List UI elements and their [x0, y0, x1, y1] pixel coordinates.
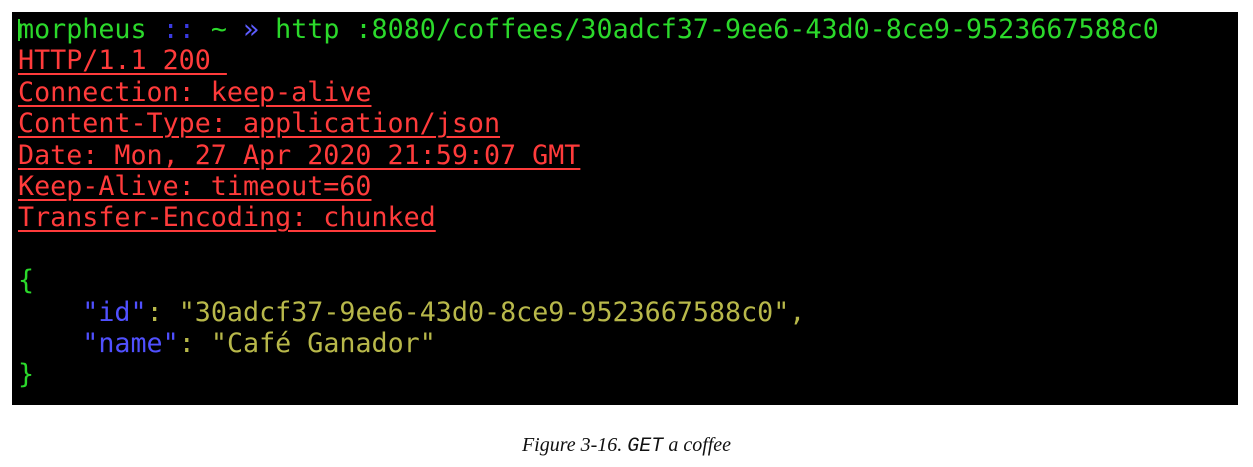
json-value-quote: "	[210, 327, 227, 359]
json-comma: ,	[789, 296, 806, 328]
response-header-line: Content-Type: application/json	[18, 108, 1238, 139]
response-header-line: Transfer-Encoding: chunked	[18, 202, 1238, 233]
json-line: }	[18, 359, 1238, 390]
command-text[interactable]: http :8080/coffees/30adcf37-9ee6-43d0-8c…	[275, 14, 1159, 45]
json-key-id: id	[98, 296, 131, 328]
json-key-quote: "	[162, 327, 179, 359]
prompt-separator: ::	[162, 14, 195, 45]
response-header-line: HTTP/1.1 200	[18, 45, 1238, 76]
json-key-quote: "	[130, 296, 147, 328]
json-close-brace: }	[18, 359, 35, 391]
figure-caption: Figure 3-16. GET a coffee	[0, 434, 1253, 458]
json-value-name: Café Ganador	[226, 327, 420, 359]
response-header-line: Connection: keep-alive	[18, 77, 1238, 108]
json-line: "name": "Café Ganador"	[18, 328, 1238, 359]
prompt-user: morpheus	[18, 14, 147, 45]
json-colon: :	[146, 296, 179, 328]
prompt-line: morpheus :: ~ » http :8080/coffees/30adc…	[18, 14, 1238, 45]
prompt-arrow-icon: »	[243, 14, 260, 45]
json-key-quote: "	[82, 327, 99, 359]
caption-code: GET	[627, 435, 664, 458]
terminal-window[interactable]: morpheus :: ~ » http :8080/coffees/30adc…	[12, 12, 1238, 405]
json-key-quote: "	[82, 296, 99, 328]
json-value-quote: "	[773, 296, 790, 328]
header-date: Date: Mon, 27 Apr 2020 21:59:07 GMT	[18, 139, 581, 171]
response-header-line: Keep-Alive: timeout=60	[18, 171, 1238, 202]
caption-prefix: Figure 3-16.	[521, 434, 628, 456]
status-line: HTTP/1.1 200	[18, 45, 227, 77]
header-connection: Connection: keep-alive	[18, 76, 372, 108]
json-key-name: name	[98, 327, 163, 359]
caption-suffix: a coffee	[663, 434, 732, 456]
header-content-type: Content-Type: application/json	[18, 108, 501, 140]
response-header-line: Date: Mon, 27 Apr 2020 21:59:07 GMT	[18, 140, 1238, 171]
header-transfer-encoding: Transfer-Encoding: chunked	[18, 202, 436, 234]
json-value-quote: "	[419, 327, 436, 359]
cursor-icon	[18, 19, 20, 41]
json-value-quote: "	[178, 296, 195, 328]
header-keep-alive: Keep-Alive: timeout=60	[18, 170, 372, 202]
json-colon: :	[178, 327, 211, 359]
json-line: {	[18, 265, 1238, 296]
json-value-id: 30adcf37-9ee6-43d0-8ce9-9523667588c0	[194, 296, 774, 328]
prompt-cwd: ~	[210, 14, 227, 45]
json-open-brace: {	[18, 265, 35, 297]
json-line: "id": "30adcf37-9ee6-43d0-8ce9-952366758…	[18, 297, 1238, 328]
